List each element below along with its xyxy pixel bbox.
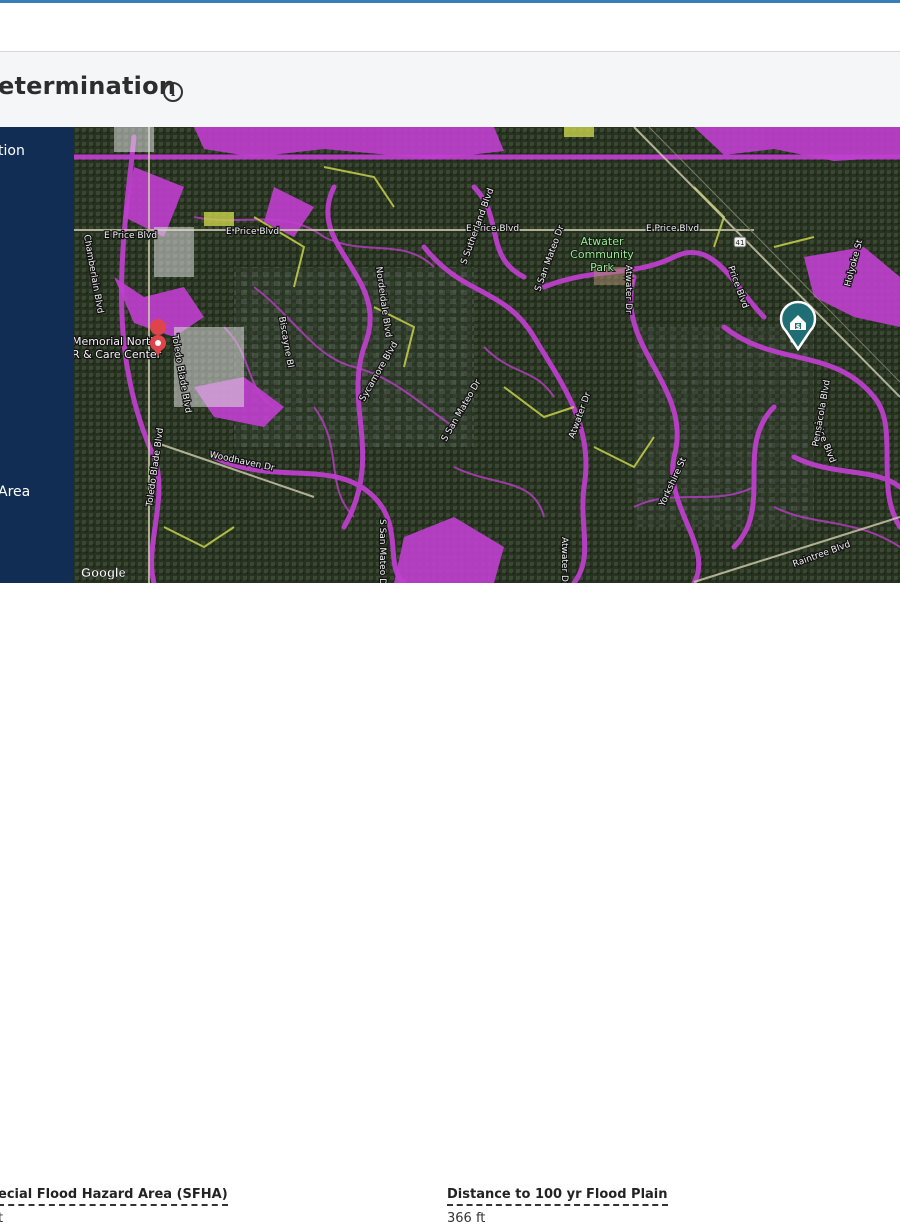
svg-text:Google: Google <box>81 565 126 580</box>
svg-text:Atwater: Atwater <box>581 235 624 248</box>
svg-text:Community: Community <box>570 248 634 261</box>
svg-text:S San Mateo Dr: S San Mateo Dr <box>377 519 387 583</box>
svg-text:E Price Blvd: E Price Blvd <box>104 231 157 241</box>
flood-plain-distance-label[interactable]: Distance to 100 yr Flood Plain <box>447 1187 668 1206</box>
svg-text:Park: Park <box>590 261 614 274</box>
sidebar-item[interactable]: Area <box>0 484 30 500</box>
svg-text:Memorial North: Memorial North <box>74 335 157 348</box>
flood-map-canvas[interactable]: E Price Blvd E Price Blvd E Price Blvd E… <box>74 127 900 583</box>
sfha-value: t <box>0 1211 4 1226</box>
info-icon[interactable]: i <box>163 82 183 102</box>
google-attribution: Google <box>81 565 126 581</box>
svg-text:Atwater Dr: Atwater Dr <box>559 537 569 583</box>
top-toolbar <box>0 3 900 52</box>
flood-plain-distance-value: 366 ft <box>447 1211 486 1226</box>
sidebar: tion Area <box>0 127 74 583</box>
svg-text:E Price Blvd: E Price Blvd <box>226 227 279 237</box>
svg-text:E Price Blvd: E Price Blvd <box>646 224 699 234</box>
sfha-label[interactable]: ecial Flood Hazard Area (SFHA) <box>0 1187 228 1206</box>
sidebar-item[interactable]: tion <box>0 143 25 159</box>
page-title: etermination <box>0 72 177 100</box>
svg-text:$: $ <box>796 323 801 331</box>
svg-text:Atwater Dr: Atwater Dr <box>623 265 633 314</box>
svg-text:R & Care Center: R & Care Center <box>74 348 162 361</box>
svg-text:41: 41 <box>736 239 745 247</box>
flood-map[interactable]: E Price Blvd E Price Blvd E Price Blvd E… <box>74 127 900 583</box>
stats-panel: ecial Flood Hazard Area (SFHA) t Distanc… <box>0 583 900 1226</box>
